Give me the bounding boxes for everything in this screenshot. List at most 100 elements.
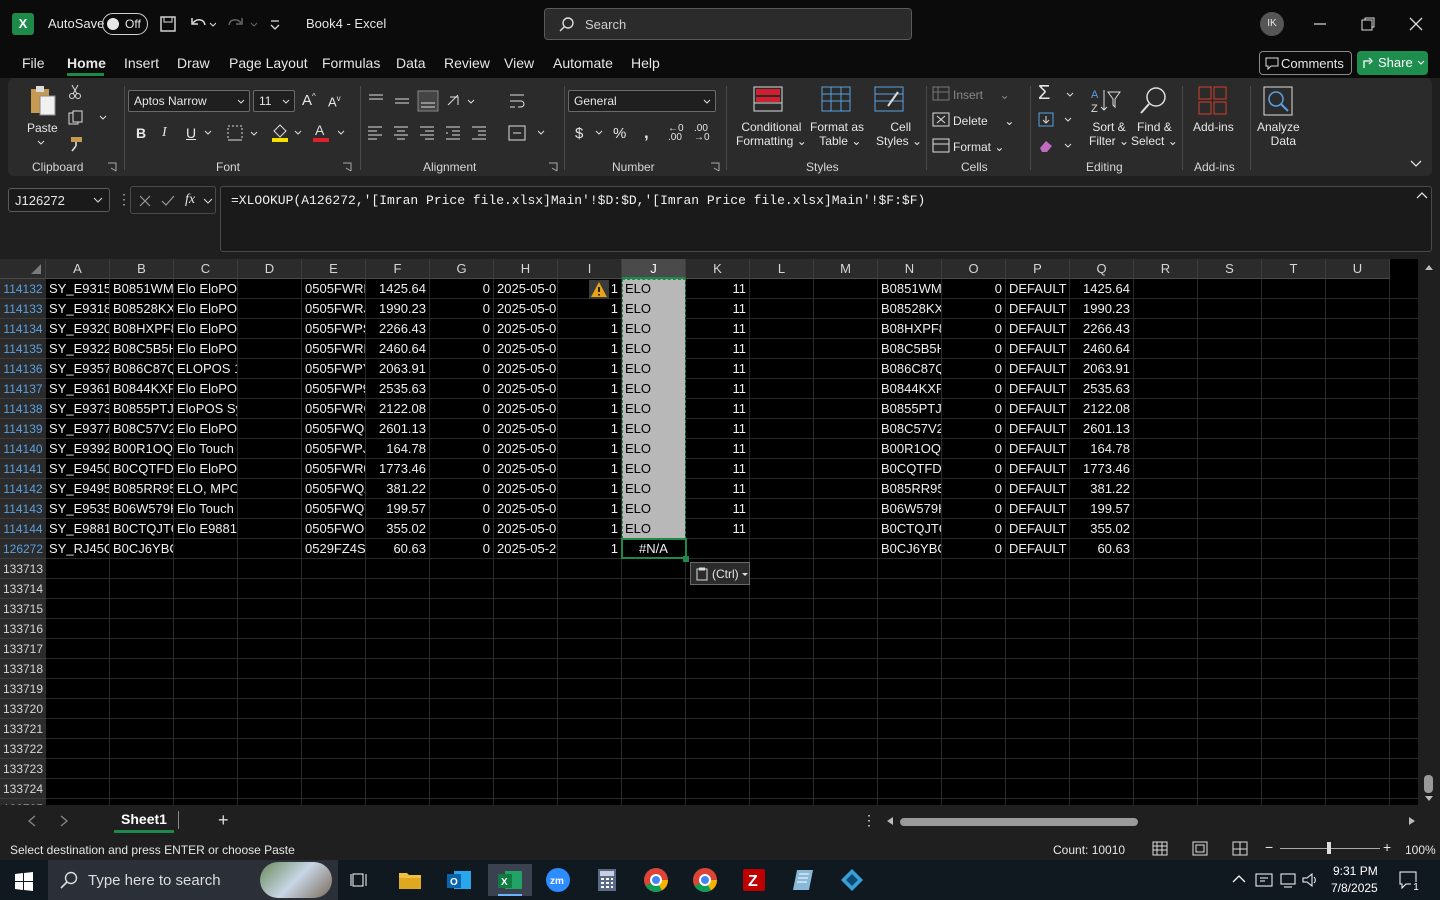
cell-c[interactable]: Elo EloPOS 15" Point — [174, 299, 238, 319]
volume-icon[interactable] — [1301, 871, 1319, 889]
column-header-p[interactable]: P — [1006, 259, 1070, 279]
dialog-launcher-icon[interactable] — [710, 162, 720, 172]
currency-icon[interactable]: $ — [575, 125, 583, 142]
collapse-formula-bar-icon[interactable] — [1416, 192, 1428, 200]
borders-icon[interactable] — [227, 124, 261, 142]
cell-f[interactable]: 1425.64 — [366, 279, 430, 299]
user-avatar[interactable]: IK — [1260, 12, 1284, 36]
cell-h[interactable]: 2025-05-29 — [494, 539, 558, 559]
vertical-scrollbar[interactable] — [1418, 259, 1440, 805]
zoom-out-icon[interactable]: − — [1265, 839, 1273, 855]
cell-k[interactable]: 11 — [686, 279, 750, 299]
increase-font-size-icon[interactable]: A^ — [302, 92, 316, 109]
cell-n[interactable]: B00R1OQI — [878, 439, 942, 459]
cell-c[interactable]: Elo Touch E953516 El — [174, 499, 238, 519]
cell-p[interactable]: DEFAULT — [1006, 479, 1070, 499]
cell-c[interactable]: Elo EloPOS 15" Point — [174, 279, 238, 299]
chevron-down-icon[interactable] — [1066, 92, 1074, 98]
bold-icon[interactable]: B — [136, 125, 146, 141]
cell-k[interactable]: 11 — [686, 499, 750, 519]
cell-p[interactable]: DEFAULT — [1006, 519, 1070, 539]
delete-cells-button[interactable]: Delete ⌄ — [953, 114, 1014, 128]
format-as-table-icon[interactable] — [821, 86, 851, 114]
column-header-r[interactable]: R — [1134, 259, 1198, 279]
status-count[interactable]: Count: 10010 — [1053, 843, 1125, 857]
row-header[interactable]: 126272 — [0, 539, 46, 559]
cell-p[interactable]: DEFAULT — [1006, 459, 1070, 479]
cell-n[interactable]: B0851WM8 — [878, 279, 942, 299]
share-button[interactable]: Share — [1357, 51, 1428, 75]
scroll-up-icon[interactable] — [1424, 263, 1434, 271]
prev-sheet-icon[interactable] — [27, 815, 37, 827]
cell-n[interactable]: B08C5B5H — [878, 339, 942, 359]
cell-h[interactable]: 2025-05-05 — [494, 479, 558, 499]
next-sheet-icon[interactable] — [59, 815, 69, 827]
cell-p[interactable]: DEFAULT — [1006, 279, 1070, 299]
cell-e[interactable]: 0505FWOC — [302, 519, 366, 539]
cell-q[interactable]: 2122.08 — [1070, 399, 1134, 419]
comments-button[interactable]: Comments — [1259, 51, 1352, 75]
row-header[interactable]: 133715 — [0, 599, 46, 619]
increase-decimal-icon[interactable]: ←0.00 — [668, 124, 684, 143]
cell-q[interactable]: 60.63 — [1070, 539, 1134, 559]
scroll-right-icon[interactable] — [1408, 816, 1416, 826]
add-sheet-button[interactable]: + — [218, 810, 229, 831]
tab-help[interactable]: Help — [631, 55, 660, 71]
cell-j[interactable]: ELO — [622, 319, 686, 339]
row-header[interactable]: 114135 — [0, 339, 46, 359]
cell-b[interactable]: B0CTQJTG — [110, 519, 174, 539]
cell-o[interactable]: 0 — [942, 419, 1006, 439]
cell-f[interactable]: 2535.63 — [366, 379, 430, 399]
tab-file[interactable]: File — [22, 55, 45, 71]
column-header-g[interactable]: G — [430, 259, 494, 279]
cell-p[interactable]: DEFAULT — [1006, 499, 1070, 519]
cell-p[interactable]: DEFAULT — [1006, 319, 1070, 339]
cell-g[interactable]: 0 — [430, 379, 494, 399]
cell-o[interactable]: 0 — [942, 379, 1006, 399]
cell-o[interactable]: 0 — [942, 459, 1006, 479]
cell-a[interactable]: SY_E93734 — [46, 399, 110, 419]
redo-icon[interactable] — [226, 14, 260, 34]
column-header-l[interactable]: L — [750, 259, 814, 279]
cell-i[interactable]: 1 — [558, 459, 622, 479]
cell-f[interactable]: 1990.23 — [366, 299, 430, 319]
cell-h[interactable]: 2025-05-05 — [494, 359, 558, 379]
cell-o[interactable]: 0 — [942, 399, 1006, 419]
find-select-icon[interactable] — [1138, 86, 1168, 116]
tray-app-icon[interactable] — [1255, 871, 1273, 889]
page-layout-view-icon[interactable] — [1192, 841, 1208, 856]
font-size-select[interactable]: 11 — [253, 90, 295, 112]
taskbar-search[interactable]: Type here to search — [48, 860, 338, 900]
addins-button[interactable]: Add-ins — [1193, 120, 1234, 134]
cell-j[interactable]: ELO — [622, 419, 686, 439]
cell-i[interactable]: 1 — [558, 339, 622, 359]
cell-j[interactable]: ELO — [622, 279, 686, 299]
cell-b[interactable]: B0844KXP — [110, 379, 174, 399]
column-header-u[interactable]: U — [1326, 259, 1390, 279]
cell-k[interactable]: 11 — [686, 519, 750, 539]
enter-icon[interactable] — [161, 195, 175, 207]
row-header[interactable]: 133724 — [0, 779, 46, 799]
cell-o[interactable]: 0 — [942, 299, 1006, 319]
cell-g[interactable]: 0 — [430, 319, 494, 339]
sort-filter-icon[interactable]: AZ — [1090, 86, 1122, 116]
cell-i[interactable]: 1 — [558, 479, 622, 499]
cell-a[interactable]: SY_E98815 — [46, 519, 110, 539]
cell-g[interactable]: 0 — [430, 359, 494, 379]
tab-page-layout[interactable]: Page Layout — [229, 55, 308, 71]
cell-a[interactable]: SY_E93227 — [46, 339, 110, 359]
cell-n[interactable]: B08C57V22 — [878, 419, 942, 439]
cell-k[interactable]: 11 — [686, 299, 750, 319]
tab-automate[interactable]: Automate — [553, 55, 613, 71]
cell-k[interactable]: 11 — [686, 479, 750, 499]
row-header[interactable]: 133716 — [0, 619, 46, 639]
tab-data[interactable]: Data — [396, 55, 426, 71]
cell-k[interactable]: 11 — [686, 359, 750, 379]
autosave-toggle[interactable]: Off — [102, 13, 148, 35]
paste-options-button[interactable]: (Ctrl) — [690, 562, 750, 585]
cell-a[interactable]: SY_E93925 — [46, 439, 110, 459]
row-header[interactable]: 114133 — [0, 299, 46, 319]
cell-k[interactable]: 11 — [686, 399, 750, 419]
cell-e[interactable]: 0505FWPJ — [302, 439, 366, 459]
cell-a[interactable]: SY_E93189 — [46, 299, 110, 319]
